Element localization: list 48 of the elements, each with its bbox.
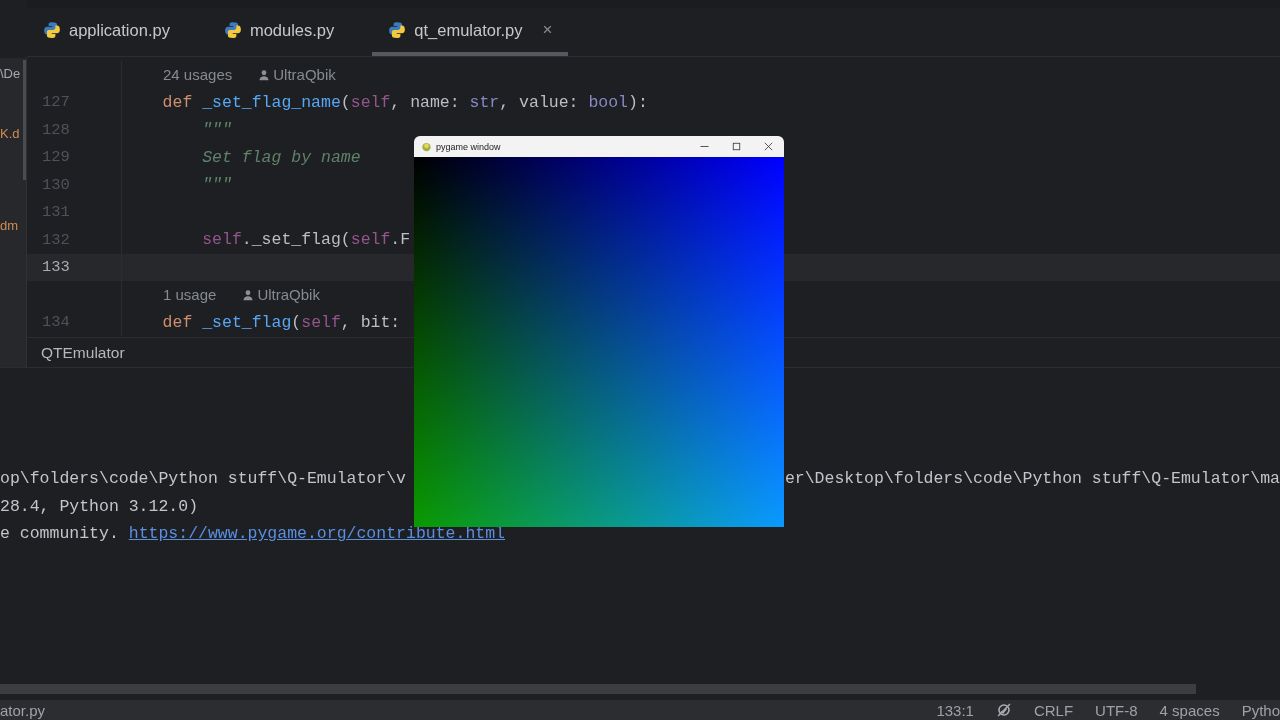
terminal-text: er\Desktop\folders\code\Python stuff\Q-Emulator\ma (784, 469, 1280, 489)
indent-setting[interactable]: 4 spaces (1159, 701, 1220, 719)
terminal-text: op\folders\code\Python stuff\Q-Emulator\v (0, 469, 406, 489)
close-icon[interactable]: × (542, 20, 553, 40)
line-number: 129 (42, 148, 70, 167)
project-tree-item[interactable]: dm (0, 218, 19, 233)
window-title: pygame window (436, 141, 501, 152)
line-number: 132 (42, 230, 70, 249)
terminal-text: 28.4, Python 3.12.0) (0, 496, 199, 516)
line-number: 130 (42, 175, 70, 194)
line-number: 131 (42, 203, 70, 222)
line-number: 133 (42, 258, 70, 277)
line-number: 128 (42, 120, 70, 139)
author-name: UltraQbik (257, 286, 320, 304)
project-tree-item[interactable]: \De (0, 66, 21, 81)
person-icon (258, 68, 271, 81)
code-line: """ (202, 120, 232, 140)
usages-link[interactable]: 24 usages (163, 66, 233, 84)
link[interactable]: https://www.pygame.org/contribute.html (128, 524, 505, 544)
python-file-icon (43, 21, 61, 39)
scrollbar-thumb[interactable] (0, 684, 1196, 694)
inspection-icon (995, 702, 1012, 718)
code-line: def _set_flag(self, bit: (162, 312, 401, 332)
file-encoding[interactable]: UTF-8 (1095, 701, 1138, 719)
python-file-icon (388, 21, 407, 39)
cursor-position[interactable]: 133:1 (936, 701, 974, 719)
file-name[interactable]: ator.py (0, 701, 46, 719)
code-line: def _set_flag_name(self, name: str, value: bool): (162, 92, 648, 112)
scrollbar-thumb[interactable] (23, 60, 26, 180)
breadcrumb[interactable]: QTEmulator (41, 343, 125, 362)
code-line: """ (202, 175, 232, 195)
close-icon (762, 140, 775, 153)
terminal-text: e community. (0, 524, 120, 544)
code-line: self._set_flag(self.F (202, 230, 411, 250)
line-number: 134 (42, 313, 70, 332)
person-icon (242, 288, 255, 301)
editor-tab[interactable]: qt_emulator.py × (372, 8, 569, 56)
editor-tab[interactable]: modules.py (223, 8, 351, 56)
language[interactable]: Pytho (1241, 701, 1280, 719)
maximize-icon (730, 140, 743, 153)
line-number: 127 (42, 93, 70, 112)
author-name: UltraQbik (273, 66, 336, 84)
python-file-icon (223, 21, 242, 39)
editor-tab[interactable]: application.py (43, 8, 186, 56)
project-tree-item[interactable]: K.d (0, 126, 20, 141)
line-ending[interactable]: CRLF (1033, 701, 1074, 719)
usages-link[interactable]: 1 usage (163, 286, 217, 304)
code-line: Set flag by name (202, 147, 361, 167)
